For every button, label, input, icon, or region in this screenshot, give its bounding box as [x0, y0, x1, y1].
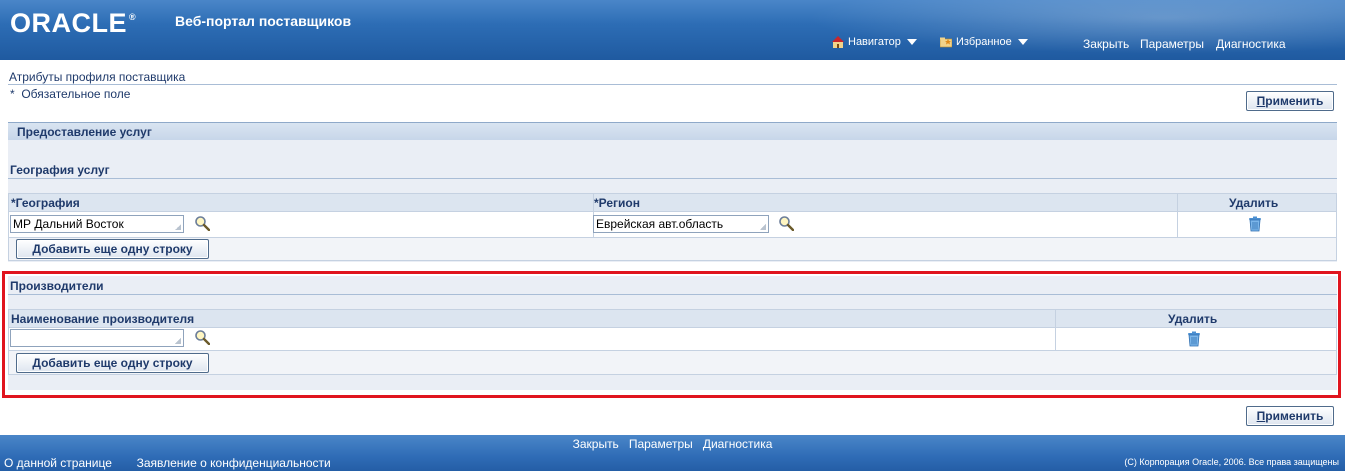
footer-close-link[interactable]: Закрыть: [573, 437, 619, 451]
footer-preferences-link[interactable]: Параметры: [629, 437, 693, 451]
services-panel-header: Предоставление услуг: [8, 122, 1337, 140]
oracle-logo: ORACLE ®: [10, 8, 137, 38]
chevron-down-icon: [906, 39, 917, 45]
footer-left-links: О данной странице Заявление о конфиденци…: [4, 456, 331, 470]
footer-diagnostics-link[interactable]: Диагностика: [703, 437, 773, 451]
header-diagnostics-link[interactable]: Диагностика: [1216, 37, 1286, 51]
about-page-link[interactable]: О данной странице: [4, 456, 112, 470]
geography-input[interactable]: МР Дальний Восток: [10, 215, 184, 233]
page-title: Атрибуты профиля поставщика: [9, 70, 186, 84]
apply-button-bottom[interactable]: Применить: [1246, 406, 1334, 426]
region-input[interactable]: Еврейская авт.область: [593, 215, 769, 233]
chevron-down-icon: [1017, 39, 1028, 45]
footer-bar: Закрыть Параметры Диагностика О данной с…: [0, 435, 1345, 471]
trash-icon[interactable]: [1248, 216, 1262, 232]
navigator-menu[interactable]: Навигатор: [832, 36, 917, 48]
copyright-text: (C) Корпорация Oracle, 2006. Все права з…: [1124, 457, 1339, 467]
search-icon[interactable]: [194, 215, 210, 231]
favorites-label: Избранное: [956, 36, 1012, 48]
resize-grip-icon: [760, 224, 766, 230]
column-divider: [1177, 194, 1178, 238]
title-divider: [8, 84, 1337, 85]
highlight-box: [2, 271, 1341, 398]
favorites-menu[interactable]: Избранное: [940, 36, 1028, 48]
header-bar: ORACLE ® Веб-портал поставщиков Навигатор…: [0, 0, 1345, 60]
search-icon[interactable]: [778, 215, 794, 231]
navigator-label: Навигатор: [848, 36, 901, 48]
header-close-link[interactable]: Закрыть: [1083, 37, 1129, 51]
column-header-delete: Удалить: [1229, 196, 1279, 210]
column-header-geography: *География: [11, 196, 80, 210]
geography-section-divider: [8, 178, 1337, 179]
services-panel-title: Предоставление услуг: [17, 125, 152, 139]
favorites-folder-icon: [940, 37, 952, 48]
geography-table-header: *География *Регион Удалить: [9, 194, 1336, 212]
required-field-note: * Обязательное поле: [10, 87, 131, 101]
geography-section-title: География услуг: [10, 163, 110, 177]
privacy-statement-link[interactable]: Заявление о конфиденциальности: [137, 456, 331, 470]
add-geography-row-button[interactable]: Добавить еще одну строку: [16, 239, 209, 259]
home-icon: [832, 36, 844, 48]
app-title: Веб-портал поставщиков: [175, 13, 352, 29]
header-glow: [745, 0, 1345, 60]
footer-global-links: Закрыть Параметры Диагностика: [0, 437, 1345, 451]
column-header-region: *Регион: [594, 196, 641, 210]
apply-button-top[interactable]: Применить: [1246, 91, 1334, 111]
resize-grip-icon: [175, 224, 181, 230]
header-preferences-link[interactable]: Параметры: [1140, 37, 1204, 51]
